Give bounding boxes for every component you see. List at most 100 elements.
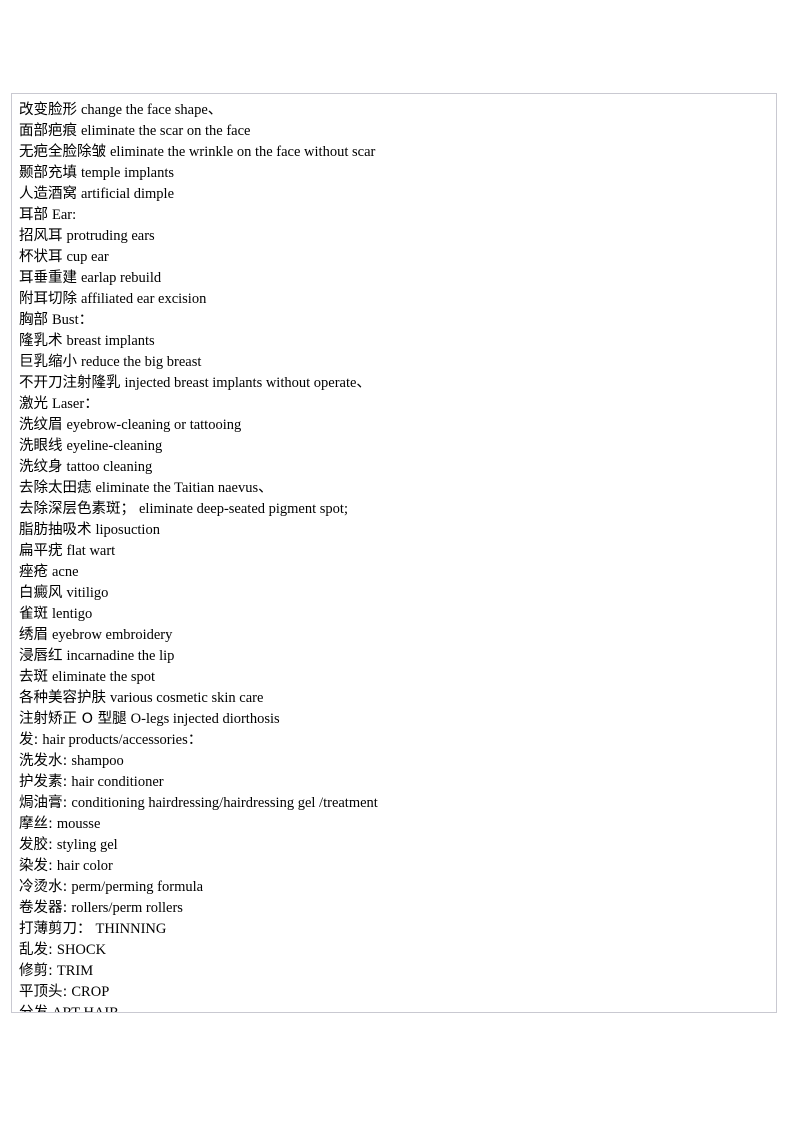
glossary-entry: 巨乳缩小 reduce the big breast <box>16 352 776 373</box>
glossary-entry: 扁平疣 flat wart <box>16 541 776 562</box>
entry-term-english: flat wart <box>66 543 116 559</box>
glossary-entry: 耳垂重建 earlap rebuild <box>16 268 776 289</box>
glossary-content-box: 改变脸形 change the face shape、 面部疤痕 eliminate … <box>11 93 777 1013</box>
glossary-entry: 雀斑 lentigo <box>16 604 776 625</box>
entry-term-chinese: 洗纹眉 <box>19 417 63 433</box>
glossary-entry: 焗油膏: conditioning hairdressing/hairdressi… <box>16 793 776 814</box>
glossary-entry: 洗发水: shampoo <box>16 751 776 772</box>
entry-term-chinese: 痤疮 <box>19 564 48 580</box>
glossary-entry: 乱发: SHOCK <box>16 940 776 961</box>
entry-term-english: eliminate the Taitian naevus、 <box>95 480 273 496</box>
entry-term-chinese: 脂肪抽吸术 <box>19 522 92 538</box>
entry-term-chinese: 去斑 <box>19 669 48 685</box>
entry-term-english: Bust： <box>52 312 94 328</box>
entry-term-chinese: 打薄剪刀： <box>19 921 92 937</box>
entry-term-english: liposuction <box>95 522 160 538</box>
entry-term-chinese: 耳垂重建 <box>19 270 77 286</box>
glossary-entry: 浸唇红 incarnadine the lip <box>16 646 776 667</box>
glossary-entry: 去斑 eliminate the spot <box>16 667 776 688</box>
glossary-entry: 脂肪抽吸术 liposuction <box>16 520 776 541</box>
glossary-entry: 卷发器: rollers/perm rollers <box>16 898 776 919</box>
entry-term-english: perm/perming formula <box>71 879 204 895</box>
entry-term-english: rollers/perm rollers <box>71 900 183 916</box>
entry-term-chinese: 平顶头: <box>19 984 68 1000</box>
entry-term-chinese: 冷烫水: <box>19 879 68 895</box>
entry-term-chinese: 杯状耳 <box>19 249 63 265</box>
entry-term-english: breast implants <box>66 333 155 349</box>
entry-term-english: tattoo cleaning <box>66 459 153 475</box>
glossary-entry: 分发 ART HAIR <box>16 1003 776 1013</box>
entry-term-chinese: 雀斑 <box>19 606 48 622</box>
glossary-entry: 打薄剪刀： THINNING <box>16 919 776 940</box>
glossary-entry: 不开刀注射隆乳 injected breast implants without … <box>16 373 776 394</box>
entry-term-chinese: 白癜风 <box>19 585 63 601</box>
glossary-entry: 修剪: TRIM <box>16 961 776 982</box>
entry-term-chinese: 颞部充填 <box>19 165 77 181</box>
entry-term-english: styling gel <box>56 837 118 853</box>
glossary-entry: 杯状耳 cup ear <box>16 247 776 268</box>
entry-term-english: eyebrow embroidery <box>52 627 173 643</box>
entry-term-english: vitiligo <box>66 585 109 601</box>
entry-term-chinese: 洗发水: <box>19 753 68 769</box>
entry-term-chinese: 绣眉 <box>19 627 48 643</box>
glossary-entry: 人造酒窝 artificial dimple <box>16 184 776 205</box>
entry-term-english: hair conditioner <box>71 774 164 790</box>
glossary-entry: 面部疤痕 eliminate the scar on the face <box>16 121 776 142</box>
glossary-entry: 隆乳术 breast implants <box>16 331 776 352</box>
entry-term-english: artificial dimple <box>81 186 175 202</box>
glossary-entry: 激光 Laser： <box>16 394 776 415</box>
glossary-entry: 白癜风 vitiligo <box>16 583 776 604</box>
entry-term-english: eyeline-cleaning <box>66 438 163 454</box>
glossary-entry: 平顶头: CROP <box>16 982 776 1003</box>
glossary-entry: 去除深层色素斑； eliminate deep-seated pigment sp… <box>16 499 776 520</box>
entry-term-chinese: 面部疤痕 <box>19 123 77 139</box>
entry-term-english: incarnadine the lip <box>66 648 175 664</box>
entry-term-english: lentigo <box>52 606 93 622</box>
entry-term-english: injected breast implants without operate… <box>124 375 371 391</box>
glossary-entry: 痤疮 acne <box>16 562 776 583</box>
entry-term-english: reduce the big breast <box>81 354 202 370</box>
entry-term-english: O-legs injected diorthosis <box>130 711 280 727</box>
entry-term-chinese: 染发: <box>19 858 53 874</box>
entry-term-chinese: 洗眼线 <box>19 438 63 454</box>
entry-term-chinese: 胸部 <box>19 312 48 328</box>
glossary-entry: 去除太田痣 eliminate the Taitian naevus、 <box>16 478 776 499</box>
entry-term-english: shampoo <box>71 753 124 769</box>
entry-term-chinese: 不开刀注射隆乳 <box>19 375 121 391</box>
entry-term-chinese: 注射矫正 O 型腿 <box>19 711 127 727</box>
entry-term-chinese: 耳部 <box>19 207 48 223</box>
glossary-entry: 摩丝: mousse <box>16 814 776 835</box>
glossary-entry: 注射矫正 O 型腿 O-legs injected diorthosis <box>16 709 776 730</box>
entry-term-chinese: 焗油膏: <box>19 795 68 811</box>
entry-term-chinese: 扁平疣 <box>19 543 63 559</box>
glossary-entry: 染发: hair color <box>16 856 776 877</box>
glossary-entry: 改变脸形 change the face shape、 <box>16 100 776 121</box>
entry-term-chinese: 洗纹身 <box>19 459 63 475</box>
entry-term-chinese: 护发素: <box>19 774 68 790</box>
entry-term-chinese: 附耳切除 <box>19 291 77 307</box>
entry-term-chinese: 改变脸形 <box>19 102 77 118</box>
glossary-entry: 发胶: styling gel <box>16 835 776 856</box>
entry-term-english: CROP <box>71 984 110 1000</box>
entry-term-english: ART HAIR <box>52 1005 119 1013</box>
entry-term-english: acne <box>52 564 79 580</box>
entry-term-english: Ear: <box>52 207 77 223</box>
entry-term-chinese: 乱发: <box>19 942 53 958</box>
glossary-entry: 招风耳 protruding ears <box>16 226 776 247</box>
glossary-list: 改变脸形 change the face shape、 面部疤痕 eliminate … <box>16 100 776 1013</box>
entry-term-chinese: 巨乳缩小 <box>19 354 77 370</box>
glossary-entry: 无疤全脸除皱 eliminate the wrinkle on the face … <box>16 142 776 163</box>
entry-term-english: temple implants <box>81 165 175 181</box>
entry-term-english: eliminate the spot <box>52 669 156 685</box>
entry-term-english: SHOCK <box>56 942 107 958</box>
entry-term-chinese: 激光 <box>19 396 48 412</box>
document-page: 改变脸形 change the face shape、 面部疤痕 eliminate … <box>0 0 794 1123</box>
entry-term-english: change the face shape、 <box>81 102 223 118</box>
entry-term-english: eliminate the wrinkle on the face withou… <box>110 144 376 160</box>
entry-term-chinese: 分发 <box>19 1005 48 1013</box>
glossary-entry: 附耳切除 affiliated ear excision <box>16 289 776 310</box>
entry-term-english: protruding ears <box>66 228 155 244</box>
glossary-entry: 护发素: hair conditioner <box>16 772 776 793</box>
entry-term-english: mousse <box>56 816 101 832</box>
entry-term-english: hair products/accessories： <box>42 732 203 748</box>
